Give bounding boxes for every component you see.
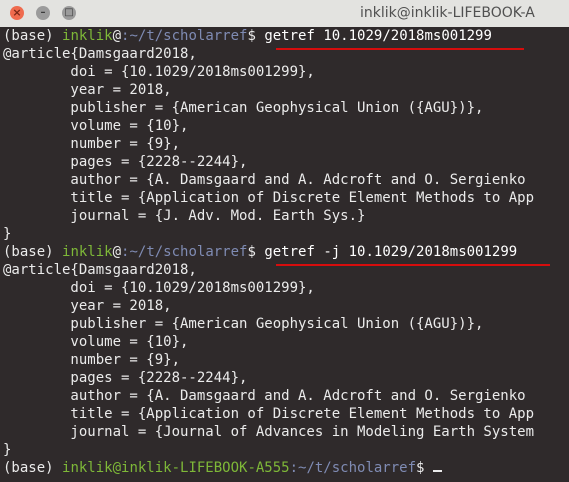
maximize-window-button[interactable]: □ [62, 6, 76, 20]
command-underline-annotation [276, 264, 550, 266]
output-line: journal = {Journal of Advances in Modeli… [3, 424, 535, 440]
output-line: pages = {2228--2244}, [3, 370, 248, 386]
prompt-user-host: inklik@inklik-LIFEBOOK-A555 [62, 460, 290, 476]
window-title: inklik@inklik-LIFEBOOK-A [360, 5, 535, 21]
output-line: doi = {10.1029/2018ms001299}, [3, 280, 315, 296]
prompt-at: @ [112, 28, 122, 44]
command-text: getref -j 10.1029/2018ms001299 [264, 244, 518, 260]
output-line: year = 2018, [3, 82, 172, 98]
conda-env: (base) [3, 28, 63, 44]
output-line: volume = {10}, [3, 334, 189, 350]
output-line: publisher = {American Geophysical Union … [3, 100, 484, 116]
output-line: @article{Damsgaard2018, [3, 262, 197, 278]
close-icon: × [12, 6, 22, 19]
prompt-dollar: $ [247, 28, 265, 44]
minimize-icon: – [40, 7, 46, 18]
command-text: getref 10.1029/2018ms001299 [264, 28, 492, 44]
conda-env: (base) [3, 244, 63, 260]
close-window-button[interactable]: × [10, 6, 24, 20]
prompt-line-3[interactable]: (base) inklik@inklik-LIFEBOOK-A555:~/t/s… [3, 459, 442, 477]
prompt-path: :~/t/scholarref [121, 28, 248, 44]
prompt-line-2: (base) inklik@:~/t/scholarref$ getref -j… [3, 243, 517, 261]
output-line: journal = {J. Adv. Mod. Earth Sys.} [3, 208, 366, 224]
prompt-path: :~/t/scholarref [289, 460, 417, 476]
output-line: @article{Damsgaard2018, [3, 46, 197, 62]
output-line: volume = {10}, [3, 118, 189, 134]
output-line: number = {9}, [3, 352, 181, 368]
prompt-path: :~/t/scholarref [121, 244, 248, 260]
title-bar[interactable]: × – □ inklik@inklik-LIFEBOOK-A [0, 0, 569, 27]
terminal-window: × – □ inklik@inklik-LIFEBOOK-A (base) in… [0, 0, 569, 482]
prompt-user: inklik [62, 244, 113, 260]
output-line: author = {A. Damsgaard and A. Adcroft an… [3, 388, 526, 404]
output-line: author = {A. Damsgaard and A. Adcroft an… [3, 172, 526, 188]
output-line: } [3, 442, 12, 458]
output-line: number = {9}, [3, 136, 181, 152]
output-line: publisher = {American Geophysical Union … [3, 316, 484, 332]
output-line: title = {Application of Discrete Element… [3, 190, 535, 206]
prompt-at: @ [112, 244, 122, 260]
command-underline-annotation [276, 48, 524, 50]
output-line: } [3, 226, 12, 242]
conda-env: (base) [3, 460, 63, 476]
output-line: year = 2018, [3, 298, 172, 314]
prompt-dollar: $ [247, 244, 265, 260]
output-line: pages = {2228--2244}, [3, 154, 248, 170]
output-line: doi = {10.1029/2018ms001299}, [3, 64, 315, 80]
prompt-line-1: (base) inklik@:~/t/scholarref$ getref 10… [3, 27, 492, 45]
terminal-output[interactable]: (base) inklik@:~/t/scholarref$ getref 10… [0, 27, 569, 482]
minimize-window-button[interactable]: – [36, 6, 50, 20]
output-line: title = {Application of Discrete Element… [3, 406, 535, 422]
prompt-dollar: $ [416, 460, 433, 476]
text-cursor [432, 470, 442, 472]
maximize-icon: □ [64, 7, 74, 18]
prompt-user: inklik [62, 28, 113, 44]
